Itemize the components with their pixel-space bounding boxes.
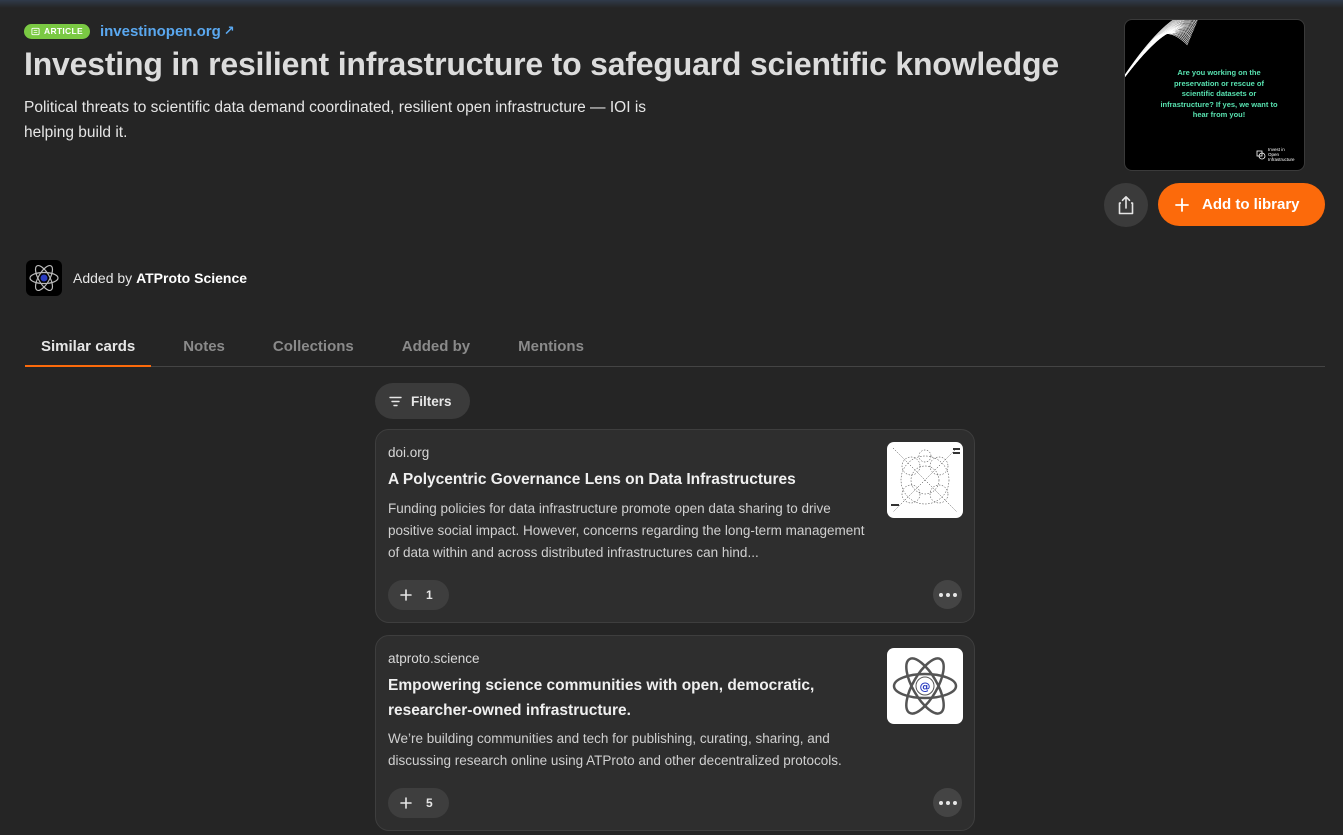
add-to-library-button[interactable]: Add to library [1158, 183, 1325, 226]
more-icon-dot [952, 592, 957, 597]
added-by-prefix: Added by [73, 270, 133, 286]
card-thumbnail[interactable] [887, 442, 963, 518]
card-title[interactable]: Empowering science communities with open… [388, 673, 828, 723]
more-options-button[interactable] [933, 788, 962, 817]
source-link[interactable]: investinopen.org ↗ [100, 23, 235, 40]
card-description: Funding policies for data infrastructure… [388, 501, 865, 560]
more-options-button[interactable] [933, 580, 962, 609]
ioi-logo-text: Invest in Open Infrastructure [1268, 147, 1295, 162]
tab-added-by[interactable]: Added by [386, 333, 486, 367]
card-description: We’re building communities and tech for … [388, 731, 842, 768]
card-source: atproto.science [388, 651, 480, 666]
article-header: ARTICLE investinopen.org ↗ Investing in … [24, 20, 1094, 145]
plus-icon [400, 589, 412, 601]
external-link-icon: ↗ [223, 23, 235, 38]
avatar[interactable] [26, 260, 62, 296]
tab-similar-cards[interactable]: Similar cards [25, 333, 152, 367]
card-source: doi.org [388, 445, 430, 460]
card-title[interactable]: A Polycentric Governance Lens on Data In… [388, 467, 848, 492]
article-meta: ARTICLE investinopen.org ↗ [24, 20, 1094, 42]
more-icon [938, 592, 943, 597]
article-badge-label: ARTICLE [44, 26, 83, 36]
source-link-label: investinopen.org [99, 22, 221, 40]
tab-notes[interactable]: Notes [167, 333, 241, 367]
svg-text:@: @ [920, 680, 931, 693]
add-count: 5 [426, 796, 433, 810]
plus-icon [400, 797, 412, 809]
plus-icon [1175, 197, 1189, 212]
tab-bar: Similar cards Notes Collections Added by… [25, 333, 1325, 367]
tab-mentions[interactable]: Mentions [502, 333, 600, 367]
more-icon-dot [952, 800, 957, 805]
add-to-library-label: Add to library [1202, 196, 1300, 213]
swirl-line [1128, 21, 1196, 73]
article-thumbnail[interactable]: Are you working on the preservation or r… [1124, 19, 1305, 171]
filter-icon [389, 396, 402, 406]
top-bar [0, 0, 1343, 8]
similar-card[interactable]: atproto.science Empowering science commu… [375, 635, 975, 831]
add-count-button[interactable]: 1 [388, 580, 449, 610]
article-description: Political threats to scientific data dem… [24, 99, 647, 141]
thumbnail-text: Are you working on the preservation or r… [1160, 68, 1278, 119]
add-count-button[interactable]: 5 [388, 788, 449, 818]
added-by-name[interactable]: ATProto Science [136, 270, 247, 286]
ioi-logo: Invest in Open Infrastructure [1256, 147, 1296, 162]
more-icon-dot [945, 800, 950, 805]
card-thumbnail[interactable]: @ [887, 648, 963, 724]
diagram-thumbnail [891, 447, 960, 513]
tab-collections[interactable]: Collections [257, 333, 370, 367]
add-count: 1 [426, 588, 433, 602]
more-icon-dot [945, 592, 950, 597]
added-by: Added by ATProto Science [26, 260, 247, 296]
filters-label: Filters [411, 393, 452, 409]
atom-icon: @ [892, 657, 958, 715]
atom-icon [29, 264, 59, 292]
article-icon [31, 27, 40, 35]
share-button[interactable] [1104, 183, 1148, 227]
share-icon [1118, 196, 1134, 215]
filters-button[interactable]: Filters [375, 383, 470, 419]
article-badge: ARTICLE [24, 23, 90, 39]
more-icon [938, 800, 943, 805]
similar-card[interactable]: doi.org A Polycentric Governance Lens on… [375, 429, 975, 623]
ioi-logo-icon [1256, 150, 1266, 159]
added-by-text: Added by ATProto Science [73, 270, 247, 286]
page-title: Investing in resilient infrastructure to… [24, 46, 1059, 82]
